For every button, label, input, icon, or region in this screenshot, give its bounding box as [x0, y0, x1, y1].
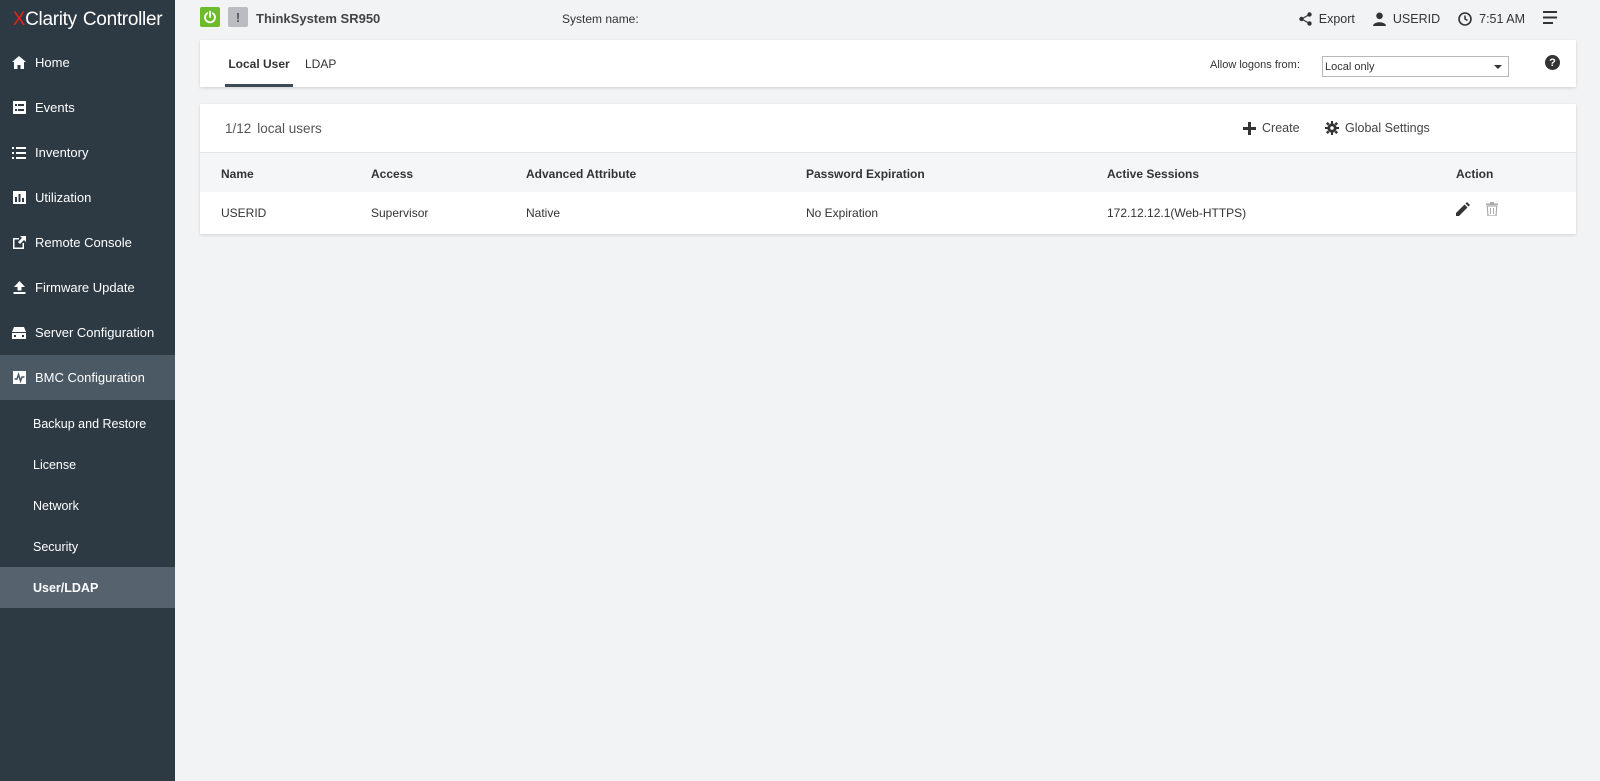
help-icon[interactable]: ?: [1545, 55, 1560, 70]
cell-advanced-attribute: Native: [526, 206, 561, 220]
create-user-button[interactable]: Create: [1243, 121, 1300, 135]
sidebar-item-label: Events: [35, 100, 75, 115]
column-header-access[interactable]: Access: [371, 167, 413, 181]
user-count-value: 1/12: [225, 121, 252, 136]
upload-icon: [12, 281, 26, 295]
sidebar-item-events[interactable]: Events: [0, 85, 175, 130]
sidebar-item-label: BMC Configuration: [35, 370, 145, 385]
plus-icon: [1243, 121, 1256, 135]
clock: 7:51 AM: [1458, 12, 1525, 26]
power-status-icon[interactable]: [200, 7, 220, 27]
sidebar: X Clarity Controller Home Events Inventory…: [0, 0, 175, 781]
pulse-icon: [12, 371, 26, 385]
logo-clarity: Clarity: [25, 9, 77, 30]
cell-access: Supervisor: [371, 206, 429, 220]
create-label: Create: [1262, 121, 1300, 135]
warning-glyph: !: [235, 9, 241, 25]
sidebar-item-inventory[interactable]: Inventory: [0, 130, 175, 175]
allow-logons-select[interactable]: Local only: [1322, 56, 1509, 77]
table-row: USERID Supervisor Native No Expiration 1…: [200, 192, 1576, 233]
cell-name: USERID: [221, 206, 267, 220]
tabs-panel: Local User LDAP Allow logons from: Local…: [200, 40, 1576, 87]
clock-icon: [1458, 12, 1472, 26]
warning-icon[interactable]: !: [228, 7, 248, 27]
sidebar-subitem-backup-restore[interactable]: Backup and Restore: [0, 403, 175, 444]
tab-ldap[interactable]: LDAP: [305, 40, 336, 87]
sidebar-subitem-label: Security: [33, 539, 79, 554]
sidebar-subitem-label: Network: [33, 498, 79, 513]
topbar: ! ThinkSystem SR950 System name: Export …: [175, 0, 1600, 38]
sidebar-item-label: Home: [35, 55, 70, 70]
sidebar-item-label: Inventory: [35, 145, 89, 160]
column-header-advanced-attribute[interactable]: Advanced Attribute: [526, 167, 636, 181]
topbar-right: Export USERID 7:51 AM: [1299, 0, 1600, 38]
column-header-active-sessions[interactable]: Active Sessions: [1107, 167, 1199, 181]
system-model: ThinkSystem SR950: [256, 11, 381, 26]
sidebar-item-label: Utilization: [35, 190, 92, 205]
sidebar-item-home[interactable]: Home: [0, 40, 175, 85]
user-label: USERID: [1392, 12, 1441, 26]
sidebar-subitem-network[interactable]: Network: [0, 485, 175, 526]
edit-icon[interactable]: [1456, 202, 1470, 219]
sidebar-subitem-security[interactable]: Security: [0, 526, 175, 567]
sidebar-item-server-configuration[interactable]: Server Configuration: [0, 310, 175, 355]
logo-x: X: [12, 9, 26, 30]
gear-icon: [1325, 121, 1339, 135]
allow-logons-label: Allow logons from:: [1210, 59, 1300, 71]
help-glyph: ?: [1549, 56, 1556, 69]
column-header-action: Action: [1456, 167, 1494, 181]
sidebar-subitem-label: User/LDAP: [33, 580, 99, 595]
sidebar-item-utilization[interactable]: Utilization: [0, 175, 175, 220]
sidebar-item-label: Remote Console: [35, 235, 132, 250]
sidebar-item-label: Server Configuration: [35, 325, 155, 340]
sidebar-subitem-label: License: [33, 457, 77, 472]
allow-logons-value: Local only: [1325, 60, 1375, 73]
sidebar-subitem-license[interactable]: License: [0, 444, 175, 485]
sidebar-subitem-user-ldap[interactable]: User/LDAP: [0, 567, 175, 608]
menu-icon[interactable]: [1543, 11, 1557, 27]
server-icon: [12, 326, 26, 340]
column-header-password-expiration[interactable]: Password Expiration: [806, 167, 925, 181]
user-menu[interactable]: USERID: [1372, 12, 1441, 26]
column-header-name[interactable]: Name: [221, 167, 254, 181]
system-name-label: System name:: [562, 12, 639, 26]
chart-icon: [12, 191, 26, 205]
delete-icon[interactable]: [1486, 202, 1498, 219]
events-icon: [12, 101, 26, 115]
logo-controller: Controller: [82, 9, 163, 30]
cell-password-expiration: No Expiration: [806, 206, 879, 220]
external-link-icon: [12, 236, 26, 250]
global-settings-label: Global Settings: [1345, 121, 1430, 135]
cell-active-sessions: 172.12.12.1(Web-HTTPS): [1107, 206, 1247, 220]
home-icon: [12, 56, 26, 70]
export-label: Export: [1318, 12, 1355, 26]
time-label: 7:51 AM: [1479, 12, 1525, 26]
sidebar-subitem-label: Backup and Restore: [33, 416, 147, 431]
export-button[interactable]: Export: [1299, 12, 1355, 26]
global-settings-button[interactable]: Global Settings: [1325, 121, 1430, 135]
chevron-down-icon: [1494, 65, 1502, 69]
tab-local-user[interactable]: Local User: [225, 40, 293, 87]
sidebar-item-label: Firmware Update: [35, 280, 135, 295]
user-count: 1/12 local users: [225, 121, 328, 136]
table-header: Name Access Advanced Attribute Password …: [200, 152, 1576, 192]
sidebar-item-bmc-configuration[interactable]: BMC Configuration: [0, 355, 175, 400]
user-count-suffix: local users: [257, 121, 322, 136]
sidebar-item-remote-console[interactable]: Remote Console: [0, 220, 175, 265]
share-icon: [1299, 12, 1312, 26]
sidebar-item-firmware-update[interactable]: Firmware Update: [0, 265, 175, 310]
user-icon: [1372, 12, 1386, 26]
local-users-panel: 1/12 local users Create Global Settings N…: [200, 104, 1576, 234]
xclarity-logo: X Clarity Controller: [0, 0, 175, 40]
list-icon: [12, 146, 26, 160]
